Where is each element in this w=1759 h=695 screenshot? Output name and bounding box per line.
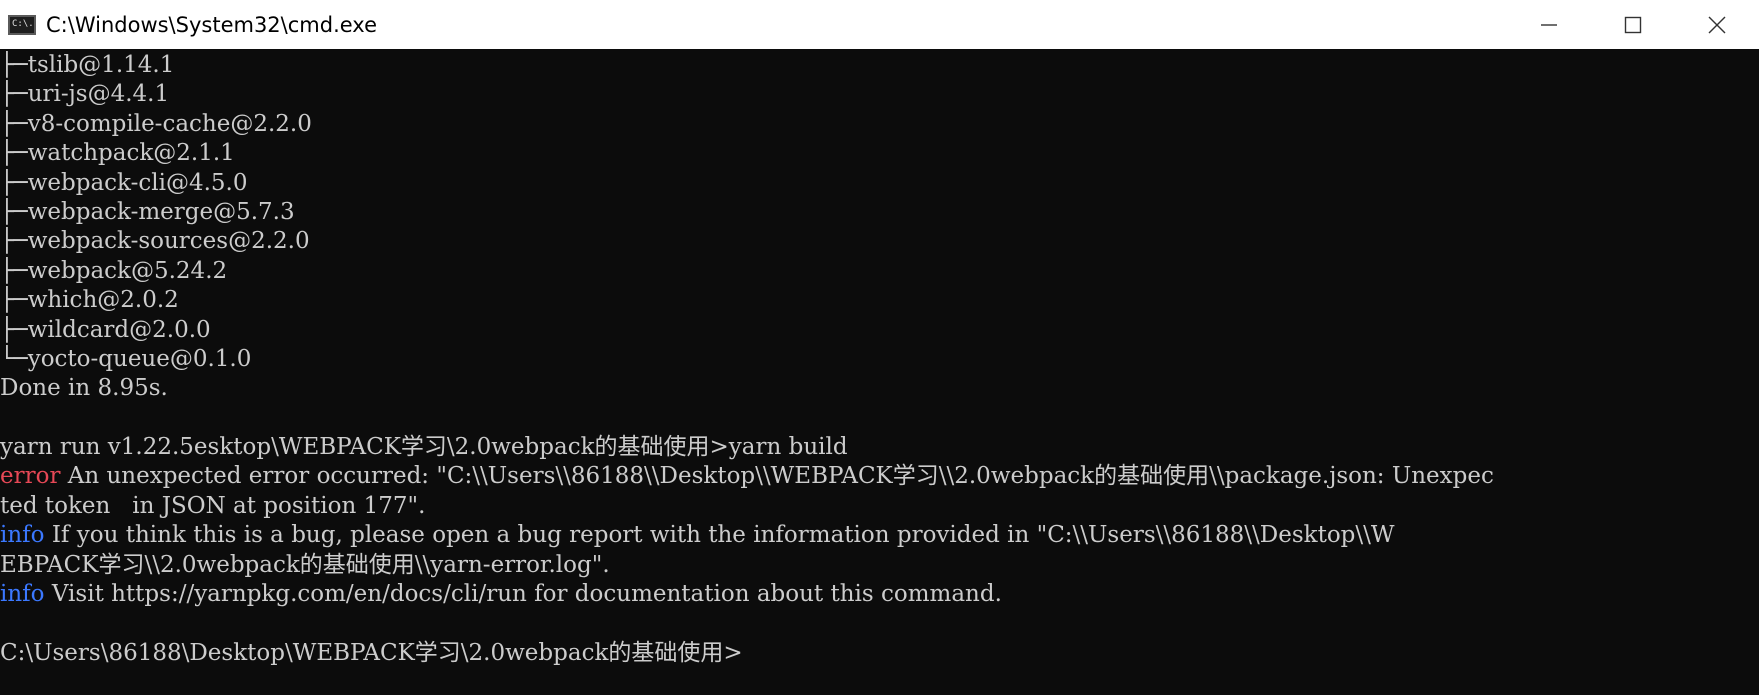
tree-branch: ├─	[0, 81, 28, 108]
tree-line: ├─webpack-sources@2.2.0	[0, 227, 1759, 256]
info-line-wrap: EBPACK学习\\2.0webpack的基础使用\\yarn-error.lo…	[0, 551, 610, 578]
info-tag: info	[0, 581, 45, 608]
tree-line: ├─webpack@5.24.2	[0, 257, 1759, 286]
cmd-window: C:\. C:\Windows\System32\cmd.exe ├─tslib…	[0, 0, 1759, 695]
terminal-lines: ├─tslib@1.14.1 ├─uri-js@4.4.1 ├─v8-compi…	[0, 51, 1759, 668]
tree-branch: ├─	[0, 257, 28, 284]
tree-line: ├─watchpack@2.1.1	[0, 139, 1759, 168]
error-message: An unexpected error occurred: "C:\\Users…	[60, 463, 1494, 490]
error-line-wrap: ted token in JSON at position 177".	[0, 492, 426, 519]
title-bar[interactable]: C:\. C:\Windows\System32\cmd.exe	[0, 0, 1759, 49]
tree-branch: ├─	[0, 198, 28, 225]
package-name: which@2.0.2	[27, 287, 179, 314]
tree-line: ├─v8-compile-cache@2.2.0	[0, 110, 1759, 139]
tree-line: ├─uri-js@4.4.1	[0, 80, 1759, 109]
maximize-button[interactable]	[1591, 0, 1675, 49]
minimize-icon	[1541, 23, 1557, 26]
tree-branch: ├─	[0, 287, 28, 314]
package-name: webpack-merge@5.7.3	[27, 198, 295, 225]
command-prompt[interactable]: C:\Users\86188\Desktop\WEBPACK学习\2.0webp…	[0, 639, 1759, 668]
package-name: tslib@1.14.1	[27, 52, 175, 78]
run-command-line: yarn run v1.22.5esktop\WEBPACK学习\2.0webp…	[0, 434, 848, 461]
package-name: uri-js@4.4.1	[27, 81, 170, 108]
tree-branch: ├─	[0, 169, 28, 196]
package-name: wildcard@2.0.0	[27, 316, 211, 343]
info-message: Visit https://yarnpkg.com/en/docs/cli/ru…	[44, 581, 1002, 608]
tree-line: └─yocto-queue@0.1.0	[0, 345, 1759, 374]
error-line: error An unexpected error occurred: "C:\…	[0, 462, 1759, 491]
maximize-icon	[1624, 16, 1642, 33]
close-icon	[1708, 16, 1726, 33]
tree-line: ├─wildcard@2.0.0	[0, 316, 1759, 345]
package-name: watchpack@2.1.1	[27, 140, 235, 167]
tree-branch: ├─	[0, 140, 28, 167]
package-name: webpack@5.24.2	[27, 257, 228, 284]
minimize-button[interactable]	[1507, 0, 1591, 49]
package-name: webpack-cli@4.5.0	[27, 169, 248, 196]
info-tag: info	[0, 522, 45, 549]
error-tag: error	[0, 463, 61, 490]
tree-branch: ├─	[0, 316, 28, 343]
done-line: Done in 8.95s.	[0, 375, 168, 402]
terminal-output[interactable]: ├─tslib@1.14.1 ├─uri-js@4.4.1 ├─v8-compi…	[0, 49, 1759, 695]
package-name: v8-compile-cache@2.2.0	[27, 110, 312, 137]
tree-line: ├─tslib@1.14.1	[0, 51, 1759, 80]
package-name: webpack-sources@2.2.0	[27, 228, 310, 255]
package-name: yocto-queue@0.1.0	[27, 345, 252, 372]
window-controls	[1507, 0, 1759, 49]
info-message: If you think this is a bug, please open …	[44, 522, 1395, 549]
tree-line: ├─which@2.0.2	[0, 286, 1759, 315]
tree-line: ├─webpack-cli@4.5.0	[0, 169, 1759, 198]
info-line: info Visit https://yarnpkg.com/en/docs/c…	[0, 580, 1759, 609]
tree-branch: ├─	[0, 228, 28, 255]
tree-branch: └─	[0, 345, 28, 372]
tree-branch: ├─	[0, 52, 28, 78]
close-button[interactable]	[1675, 0, 1759, 49]
tree-line: ├─webpack-merge@5.7.3	[0, 198, 1759, 227]
cmd-app-icon: C:\.	[8, 14, 36, 35]
tree-branch: ├─	[0, 110, 28, 137]
window-title: C:\Windows\System32\cmd.exe	[46, 12, 377, 37]
info-line: info If you think this is a bug, please …	[0, 521, 1759, 550]
